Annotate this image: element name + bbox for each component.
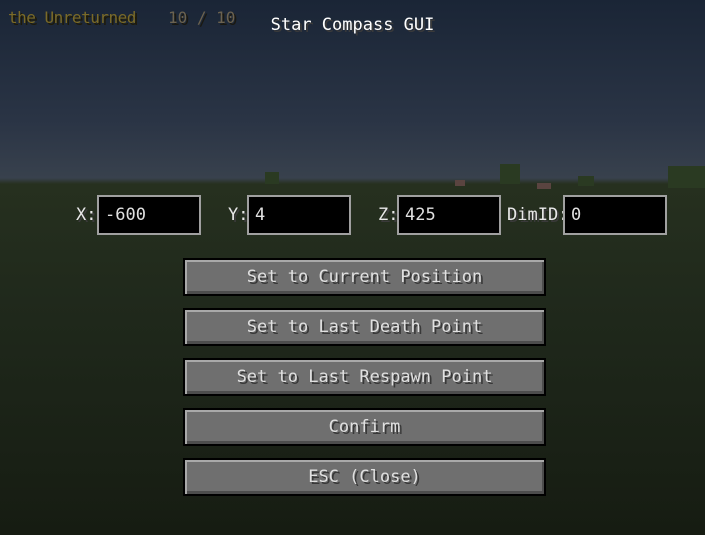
z-label: Z: [378, 205, 399, 225]
distant-mob [537, 183, 551, 189]
distant-block [265, 172, 279, 184]
distant-mob [455, 180, 465, 186]
y-label: Y: [228, 205, 249, 225]
set-last-death-point-button[interactable]: Set to Last Death Point [183, 308, 546, 346]
x-coordinate-input[interactable]: -600 [97, 195, 201, 235]
dimension-id-input[interactable]: 0 [563, 195, 667, 235]
confirm-button[interactable]: Confirm [183, 408, 546, 446]
distant-block [500, 164, 520, 184]
close-button[interactable]: ESC (Close) [183, 458, 546, 496]
dimension-id-label: DimID: [507, 205, 569, 225]
distant-block [578, 176, 594, 186]
set-current-position-button[interactable]: Set to Current Position [183, 258, 546, 296]
x-label: X: [76, 205, 97, 225]
gui-title: Star Compass GUI [270, 15, 435, 35]
set-last-respawn-point-button[interactable]: Set to Last Respawn Point [183, 358, 546, 396]
distant-block [668, 166, 705, 188]
z-coordinate-input[interactable]: 425 [397, 195, 501, 235]
y-coordinate-input[interactable]: 4 [247, 195, 351, 235]
